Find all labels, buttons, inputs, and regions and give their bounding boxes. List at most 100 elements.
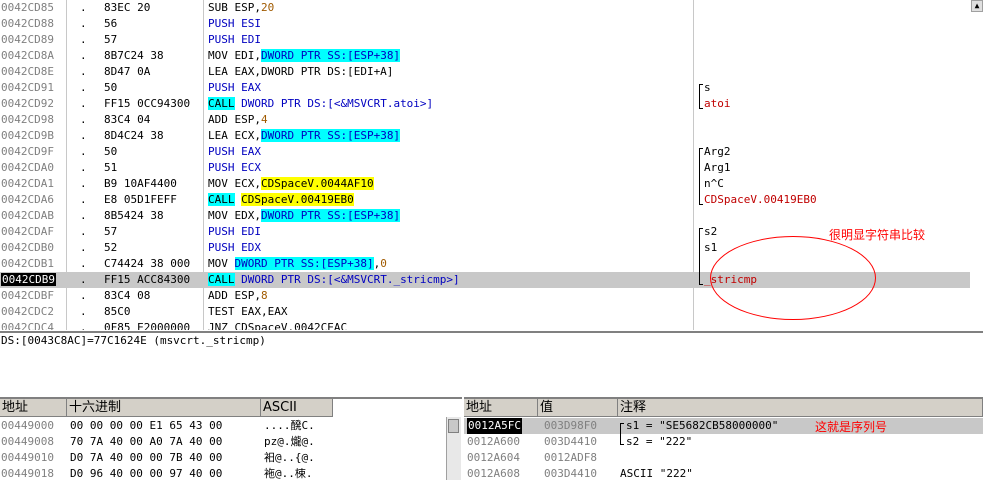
disasm-bytes: 85C0 [104,305,131,318]
disasm-comment: CDSpaceV.00419EB0 [704,193,817,206]
disasm-instruction: PUSH EDX [208,240,261,256]
stack-row-selected[interactable]: 0012A5FC 003D98F0 s1 = "SE5682CB58000000" [464,418,983,434]
stack-address: 0012A604 [467,451,520,464]
disasm-row[interactable]: 0042CD9F. 50 PUSH EAX Arg2 [0,144,970,160]
disasm-row[interactable]: 0042CDAB. 8B5424 38 MOV EDX,DWORD PTR SS:[… [0,208,970,224]
disasm-bytes: 8D47 0A [104,65,151,78]
dump-header-hex[interactable]: 十六进制 [67,399,261,417]
disasm-marker: . [80,289,87,302]
disasm-marker: . [80,161,87,174]
stack-value: 003D98F0 [544,419,597,432]
disasm-row[interactable]: 0042CD85. 83EC 20 SUB ESP,20 [0,0,970,16]
scroll-up-icon[interactable]: ▲ [971,0,983,12]
disasm-row[interactable]: 0042CD8E. 8D47 0A LEA EAX,DWORD PTR DS:[ED… [0,64,970,80]
info-pane: DS:[0043C8AC]=77C1624E (msvcrt._stricmp) [0,331,983,397]
disasm-bytes: FF15 ACC84300 [104,273,191,286]
dump-row[interactable]: 00449008 70 7A 40 00 A0 7A 40 00 pz@.爖@. [0,434,446,450]
disasm-address: 0042CD91 [1,81,54,94]
disasm-row[interactable]: 0042CD9B. 8D4C24 38 LEA ECX,DWORD PTR SS:[… [0,128,970,144]
disasm-address: 0042CDC2 [1,305,54,318]
instruction-token: 20 [260,1,275,14]
disasm-comment: s [704,81,711,94]
disasm-marker: . [80,33,87,46]
disasm-row[interactable]: 0042CDA0. 51 PUSH ECX Arg1 [0,160,970,176]
dump-scrollbar[interactable] [446,417,461,480]
stack-row[interactable]: 0012A600 003D4410 s2 = "222" [464,434,983,450]
disasm-marker: . [80,113,87,126]
stack-header-comment[interactable]: 注释 [618,399,983,417]
call-arg-bracket [699,148,703,205]
disasm-row[interactable]: 0042CD88. 56 PUSH ESI [0,16,970,32]
disasm-marker: . [80,17,87,30]
instruction-token: JNZ CDSpaceV.0042CEAC [208,321,348,330]
instruction-token: CALL [208,273,235,286]
instruction-token: PUSH EDI [208,225,261,238]
disasm-address: 0042CDA6 [1,193,54,206]
instruction-token: SUB ESP, [208,1,261,14]
disasm-instruction: CALL CDSpaceV.00419EB0 [208,192,354,208]
disasm-comment: s2 [704,225,718,238]
disasm-row[interactable]: 0042CDA1. B9 10AF4400 MOV ECX,CDSpaceV.004… [0,176,970,192]
disasm-instruction: LEA EAX,DWORD PTR DS:[EDI+A] [208,64,393,80]
disasm-address: 0042CDC4 [1,321,54,330]
scrollbar-thumb[interactable] [448,419,459,433]
call-arg-bracket [699,228,703,285]
disasm-bytes: FF15 0CC94300 [104,97,191,110]
disasm-bytes: 57 [104,225,118,238]
dump-row[interactable]: 00449010 D0 7A 40 00 00 7B 40 00 衵@..{@. [0,450,446,466]
stack-header-address[interactable]: 地址 [464,399,538,417]
dump-hex: 70 7A 40 00 A0 7A 40 00 [70,435,223,448]
disasm-row[interactable]: 0042CD8A. 8B7C24 38 MOV EDI,DWORD PTR SS:[… [0,48,970,64]
hex-dump-pane[interactable]: 地址 十六进制 ASCII 00449000 00 00 00 00 E1 65 … [0,397,462,480]
disasm-bytes: 8B7C24 38 [104,49,164,62]
disasm-comment: Arg1 [704,161,731,174]
disasm-bytes: 56 [104,17,118,30]
disasm-marker: . [80,273,87,286]
disasm-marker: . [80,225,87,238]
instruction-token: DWORD PTR SS:[ESP+38] [260,209,401,222]
disasm-bytes: 52 [104,241,118,254]
annotation-serial-note: 这就是序列号 [815,420,888,434]
instruction-token: CALL [208,193,235,206]
instruction-token: PUSH EAX [208,145,261,158]
dump-address: 00449000 [1,419,54,432]
disasm-row[interactable]: 0042CD92. FF15 0CC94300 CALL DWORD PTR DS:… [0,96,970,112]
disasm-bytes: B9 10AF4400 [104,177,177,190]
stack-pane[interactable]: 地址 值 注释 0012A5FC 003D98F0 s1 = "SE5682CB58… [464,397,983,480]
disasm-bytes: 50 [104,145,118,158]
instruction-token: DWORD PTR DS:[<&MSVCRT._stricmp>] [234,273,460,286]
disasm-row[interactable]: 0042CD98. 83C4 04 ADD ESP,4 [0,112,970,128]
dump-ascii: ....醗C. [264,419,315,432]
dump-hex: 00 00 00 00 E1 65 43 00 [70,419,223,432]
disasm-address: 0042CDBF [1,289,54,302]
instruction-token: DWORD PTR SS:[ESP+38] [260,129,401,142]
disasm-address: 0042CD9B [1,129,54,142]
disasm-row[interactable]: 0042CD89. 57 PUSH EDI [0,32,970,48]
stack-comment: s1 = "SE5682CB58000000" [626,419,779,432]
instruction-token: LEA EAX,DWORD PTR DS:[EDI+A] [208,65,394,78]
disasm-instruction: PUSH EDI [208,224,261,240]
instruction-token: 4 [260,113,268,126]
disasm-instruction: PUSH ESI [208,16,261,32]
disasm-row[interactable]: 0042CDC4. 0F85 E2000000 JNZ CDSpaceV.0042C… [0,320,970,330]
disasm-address: 0042CD98 [1,113,54,126]
stack-value: 003D4410 [544,435,597,448]
disasm-instruction: MOV ECX,CDSpaceV.0044AF10 [208,176,374,192]
disasm-marker: . [80,241,87,254]
stack-header-value[interactable]: 值 [538,399,618,417]
instruction-token: DWORD PTR DS:[<&MSVCRT.atoi>] [234,97,434,110]
disasm-row[interactable]: 0042CD91. 50 PUSH EAX s [0,80,970,96]
instruction-token: TEST EAX,EAX [208,305,288,318]
dump-header-address[interactable]: 地址 [0,399,67,417]
dump-row[interactable]: 00449000 00 00 00 00 E1 65 43 00 ....醗C. [0,418,446,434]
disasm-row[interactable]: 0042CDA6. E8 05D1FEFF CALL CDSpaceV.00419E… [0,192,970,208]
disasm-row[interactable]: 0042CDAF. 57 PUSH EDI s2 [0,224,970,240]
dump-address: 00449008 [1,435,54,448]
disasm-instruction: ADD ESP,8 [208,288,268,304]
disasm-instruction: PUSH EDI [208,32,261,48]
stack-row[interactable]: 0012A604 0012ADF8 [464,450,983,466]
disasm-instruction: MOV DWORD PTR SS:[ESP+38],0 [208,256,387,272]
disasm-address: 0042CDAB [1,209,54,222]
instruction-token: DWORD PTR SS:[ESP+38] [234,257,374,270]
dump-header-ascii[interactable]: ASCII [261,399,333,417]
